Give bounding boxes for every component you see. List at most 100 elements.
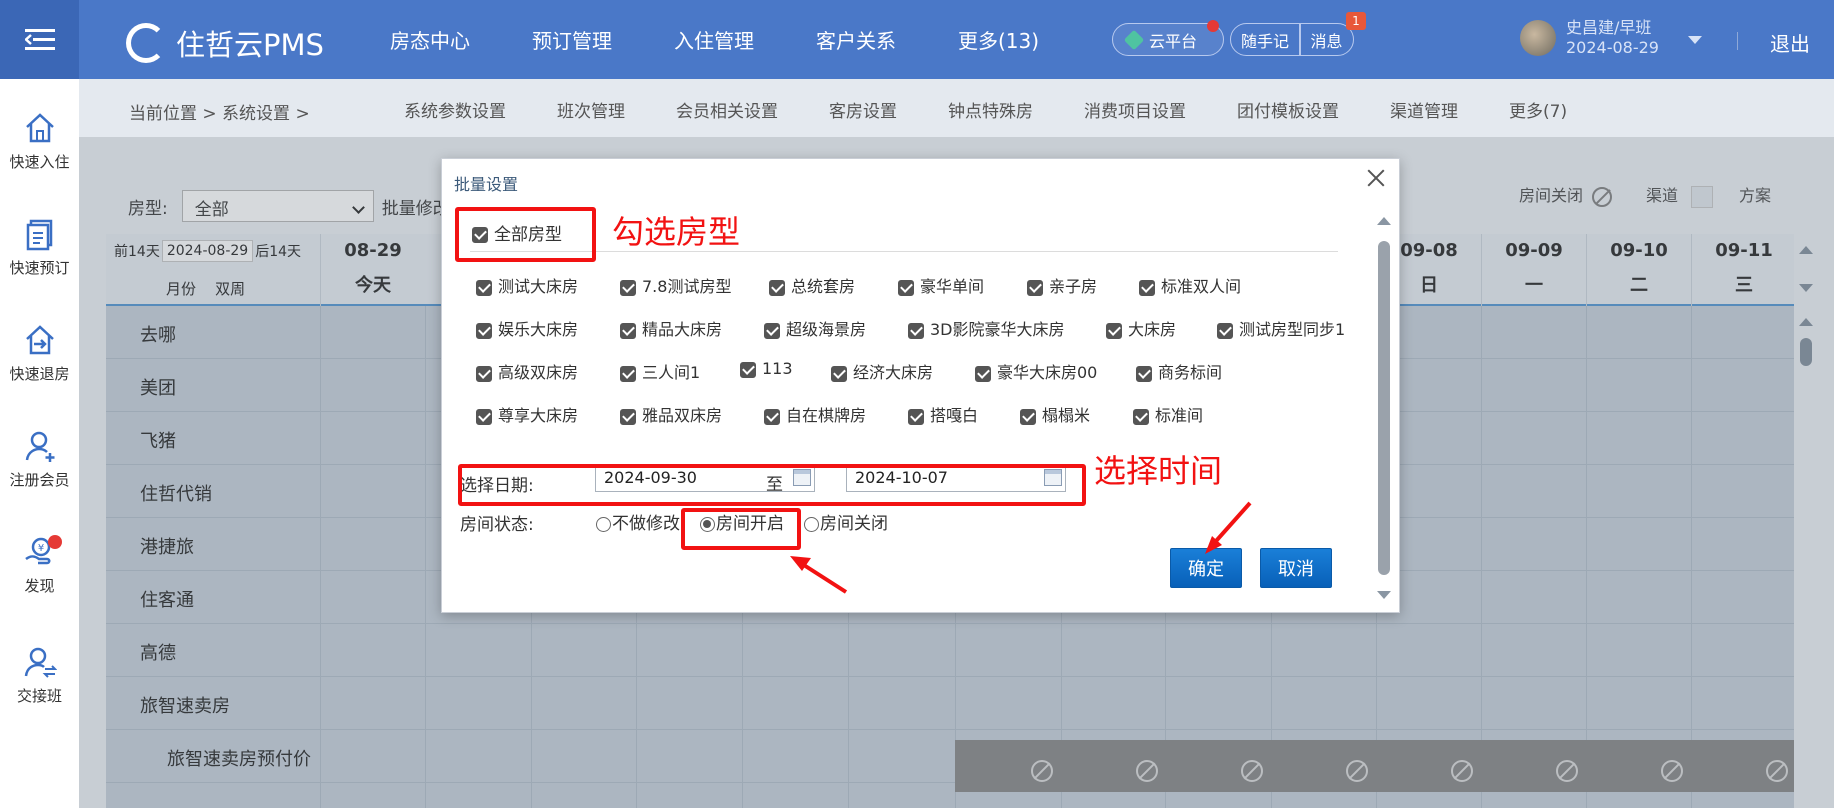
booking-icon xyxy=(26,219,52,251)
radio-icon xyxy=(596,516,611,532)
cloud-platform-button[interactable]: 云平台 xyxy=(1112,20,1224,56)
dialog-title: 批量设置 xyxy=(454,175,519,194)
nav-booking[interactable]: 预订管理 xyxy=(532,25,612,54)
room-type-checkbox[interactable]: 搭嘎白 xyxy=(908,402,978,426)
chevron-down-icon[interactable] xyxy=(1688,36,1702,44)
room-type-checkbox[interactable]: 榻榻米 xyxy=(1020,402,1090,426)
user-menu[interactable]: 史昌建/早班 2024-08-29 xyxy=(1520,18,1659,58)
messages-button[interactable]: 消息 xyxy=(1301,24,1353,55)
checkbox-label: 雅品双床房 xyxy=(642,406,723,425)
checkbox-checked-icon xyxy=(831,365,847,382)
room-type-checkbox[interactable]: 经济大床房 xyxy=(831,359,933,383)
checkbox-label: 超级海景房 xyxy=(786,320,867,339)
checkbox-label: 高级双床房 xyxy=(498,363,579,382)
annotation-box-room-type xyxy=(455,207,596,262)
divider xyxy=(1737,32,1738,50)
sidebar-item-discover[interactable]: ¥ 发现 xyxy=(0,535,79,596)
message-count-badge: 1 xyxy=(1346,12,1366,30)
home-icon xyxy=(25,113,54,143)
checkbox-checked-icon xyxy=(620,322,636,339)
logo-icon xyxy=(126,23,166,63)
checkbox-checked-icon xyxy=(1027,279,1043,296)
subnav-item-consumption[interactable]: 消费项目设置 xyxy=(1084,97,1186,122)
room-type-checkbox[interactable]: 亲子房 xyxy=(1027,273,1097,297)
nav-room-status[interactable]: 房态中心 xyxy=(390,25,470,54)
room-type-checkbox[interactable]: 豪华单间 xyxy=(898,273,984,297)
checkbox-checked-icon xyxy=(740,361,756,378)
checkbox-label: 尊享大床房 xyxy=(498,406,579,425)
radio-label: 不做修改 xyxy=(612,514,680,534)
checkbox-checked-icon xyxy=(769,279,785,296)
subnav-item-room[interactable]: 客房设置 xyxy=(829,97,897,122)
room-type-checkbox[interactable]: 超级海景房 xyxy=(764,316,866,340)
checkbox-label: 豪华大床房00 xyxy=(997,363,1098,382)
room-type-checkbox[interactable]: 雅品双床房 xyxy=(620,402,722,426)
dialog-scrollbar[interactable] xyxy=(1377,217,1391,607)
checkbox-checked-icon xyxy=(620,408,636,425)
close-icon[interactable] xyxy=(1365,167,1387,189)
quick-note-button[interactable]: 随手记 xyxy=(1231,24,1299,55)
annotation-box-date xyxy=(458,464,1086,506)
top-bar: 住哲云PMS 房态中心 预订管理 入住管理 客户关系 更多(13) 云平台 随手… xyxy=(0,0,1834,79)
room-type-checkbox[interactable]: 高级双床房 xyxy=(476,359,578,383)
scroll-up-icon[interactable] xyxy=(1377,217,1391,225)
room-type-checkbox[interactable]: 娱乐大床房 xyxy=(476,316,578,340)
room-type-checkbox[interactable]: 标准间 xyxy=(1133,402,1203,426)
room-type-checkbox[interactable]: 商务标间 xyxy=(1136,359,1222,383)
checkbox-label: 大床房 xyxy=(1128,320,1177,339)
nav-more[interactable]: 更多(13) xyxy=(958,25,1039,54)
sidebar-item-label: 发现 xyxy=(24,577,55,595)
scrollbar-thumb[interactable] xyxy=(1378,241,1390,575)
room-type-checkbox[interactable]: 113 xyxy=(740,359,793,378)
subnav-item-group-template[interactable]: 团付模板设置 xyxy=(1237,97,1339,122)
divider xyxy=(470,251,1338,252)
checkbox-label: 经济大床房 xyxy=(853,363,934,382)
checkbox-label: 测试房型同步1 xyxy=(1239,320,1346,339)
scroll-down-icon[interactable] xyxy=(1377,591,1391,599)
sidebar-item-shift-handover[interactable]: 交接班 xyxy=(0,645,79,706)
checkbox-label: 精品大床房 xyxy=(642,320,723,339)
sidebar-item-quick-booking[interactable]: 快速预订 xyxy=(0,217,79,278)
room-type-checkbox[interactable]: 测试大床房 xyxy=(476,273,578,297)
checkbox-label: 3D影院豪华大床房 xyxy=(930,320,1065,339)
subnav-item-more[interactable]: 更多(7) xyxy=(1509,97,1567,122)
subnav-item-hourly[interactable]: 钟点特殊房 xyxy=(948,97,1033,122)
subnav-item-system-params[interactable]: 系统参数设置 xyxy=(404,97,506,122)
room-type-checkbox[interactable]: 自在棋牌房 xyxy=(764,402,866,426)
nav-customer[interactable]: 客户关系 xyxy=(816,25,896,54)
room-type-checkbox[interactable]: 7.8测试房型 xyxy=(620,273,731,297)
room-type-checkbox[interactable]: 大床房 xyxy=(1106,316,1176,340)
room-type-checkbox[interactable]: 三人间1 xyxy=(620,359,700,383)
room-type-checkbox[interactable]: 豪华大床房00 xyxy=(975,359,1097,383)
menu-toggle-button[interactable] xyxy=(0,0,79,79)
radio-label: 房间关闭 xyxy=(820,514,888,534)
status-radio-no-change[interactable]: 不做修改 xyxy=(596,509,680,534)
room-type-checkbox[interactable]: 标准双人间 xyxy=(1139,273,1241,297)
checkbox-label: 标准双人间 xyxy=(1161,277,1242,296)
svg-text:¥: ¥ xyxy=(37,543,43,554)
confirm-button[interactable]: 确定 xyxy=(1170,548,1242,588)
checkbox-checked-icon xyxy=(476,365,492,382)
subnav-item-member[interactable]: 会员相关设置 xyxy=(676,97,778,122)
sidebar-item-quick-checkout[interactable]: 快速退房 xyxy=(0,323,79,384)
sidebar-item-label: 快速预订 xyxy=(9,259,70,277)
room-type-checkbox[interactable]: 总统套房 xyxy=(769,273,855,297)
subnav-item-channel[interactable]: 渠道管理 xyxy=(1390,97,1458,122)
checkbox-label: 娱乐大床房 xyxy=(498,320,579,339)
subnav-item-shift[interactable]: 班次管理 xyxy=(557,97,625,122)
room-type-checkbox[interactable]: 尊享大床房 xyxy=(476,402,578,426)
room-type-checkbox[interactable]: 精品大床房 xyxy=(620,316,722,340)
sidebar-item-register-member[interactable]: 注册会员 xyxy=(0,429,79,490)
logout-button[interactable]: 退出 xyxy=(1770,28,1810,57)
sidebar-item-quick-checkin[interactable]: 快速入住 xyxy=(0,111,79,172)
checkbox-checked-icon xyxy=(1217,322,1233,339)
note-message-group: 随手记 消息 xyxy=(1230,23,1354,56)
checkbox-checked-icon xyxy=(620,365,636,382)
status-radio-closed[interactable]: 房间关闭 xyxy=(804,509,888,534)
cancel-button[interactable]: 取消 xyxy=(1260,548,1332,588)
checkbox-checked-icon xyxy=(1106,322,1122,339)
nav-checkin[interactable]: 入住管理 xyxy=(674,25,754,54)
room-type-checkbox[interactable]: 3D影院豪华大床房 xyxy=(908,316,1065,340)
room-type-checkbox[interactable]: 测试房型同步1 xyxy=(1217,316,1345,340)
checkbox-checked-icon xyxy=(764,322,780,339)
